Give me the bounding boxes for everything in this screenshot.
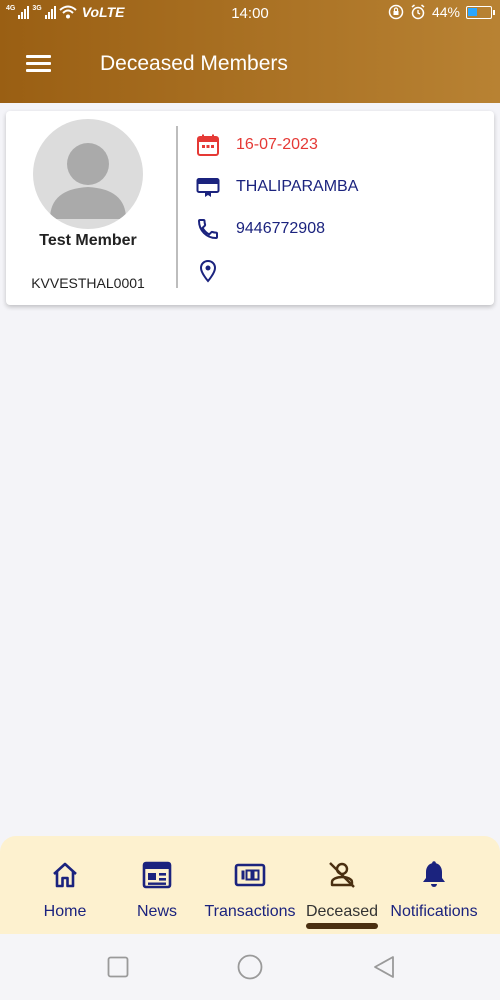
nav-deceased[interactable]: Deceased [302, 836, 382, 934]
app-header: 4G 3G VoLTE 14:00 44% Deceased Members [0, 0, 500, 103]
nav-label: Home [43, 903, 87, 920]
phone-number[interactable]: 9446772908 [236, 220, 325, 238]
counter-icon [234, 860, 266, 890]
home-icon [51, 860, 79, 890]
page-title: Deceased Members [100, 52, 288, 75]
member-name: Test Member [39, 232, 137, 249]
nav-news[interactable]: News [122, 836, 192, 934]
calendar-icon [194, 131, 222, 159]
lock-rotation-icon [388, 4, 404, 20]
nav-notifications[interactable]: Notifications [384, 836, 484, 934]
branch-badge-icon [194, 173, 222, 201]
nav-label: Notifications [390, 903, 478, 920]
nav-label: News [136, 903, 177, 920]
hamburger-menu-icon[interactable] [20, 48, 58, 80]
branch-row: THALIPARAMBA [194, 173, 358, 201]
status-bar: 4G 3G VoLTE 14:00 44% [0, 0, 500, 26]
nav-transactions[interactable]: Transactions [200, 836, 300, 934]
phone-icon[interactable] [194, 215, 222, 243]
address-row [194, 257, 236, 285]
status-right: 44% [388, 4, 495, 20]
bottom-navigation: Home News Transactions Deceased Notifica… [0, 836, 500, 934]
bell-icon [420, 860, 448, 890]
system-navigation-bar [0, 934, 500, 1000]
newspaper-icon [142, 860, 172, 890]
nav-label: Transactions [204, 903, 296, 920]
member-id: KVVESTHAL0001 [31, 275, 145, 291]
deceased-member-card[interactable]: Test Member KVVESTHAL0001 16-07-2023 THA… [6, 111, 494, 305]
branch-name: THALIPARAMBA [236, 178, 359, 195]
alarm-icon [411, 4, 425, 20]
battery-level-fill [468, 7, 478, 16]
divider [176, 126, 178, 288]
circle-icon[interactable] [237, 954, 263, 980]
battery-percent: 44% [431, 4, 460, 20]
death-date: 16-07-2023 [236, 136, 318, 153]
square-icon[interactable] [107, 956, 129, 978]
back-triangle-icon[interactable] [372, 955, 396, 979]
active-tab-indicator [306, 923, 378, 929]
nav-label: Deceased [305, 903, 379, 920]
battery-icon [466, 5, 495, 19]
person-off-icon [327, 860, 357, 890]
nav-home[interactable]: Home [30, 836, 100, 934]
person-placeholder-icon [33, 119, 143, 229]
phone-row[interactable]: 9446772908 [194, 215, 325, 243]
date-row: 16-07-2023 [194, 131, 318, 159]
location-pin-icon [194, 257, 222, 285]
